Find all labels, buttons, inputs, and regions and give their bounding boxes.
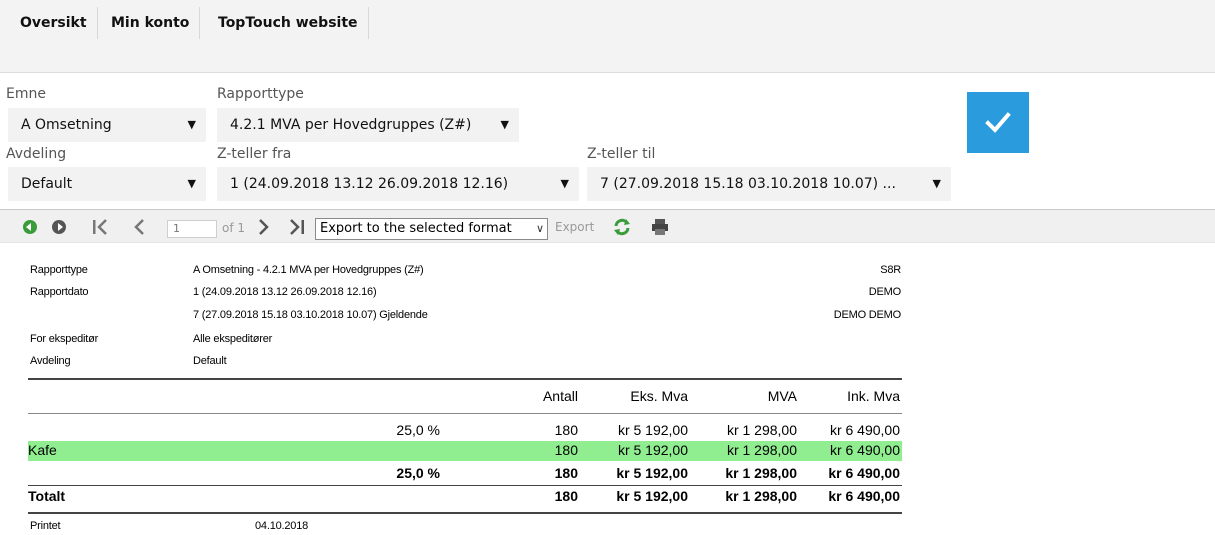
row-eks-mva: kr 5 192,00: [616, 488, 688, 504]
row-antall: 180: [554, 488, 578, 504]
zteller-til-label: Z-teller til: [587, 146, 656, 162]
total-top-rule: [28, 485, 902, 486]
row-label: Totalt: [28, 488, 66, 504]
submit-button[interactable]: [967, 92, 1029, 153]
table-row: 25,0 % 180 kr 5 192,00 kr 1 298,00 kr 6 …: [28, 421, 902, 441]
row-mva: kr 1 298,00: [725, 465, 797, 481]
tab-oversikt[interactable]: Oversikt: [10, 7, 98, 39]
meta-right-2: DEMO: [868, 286, 901, 298]
printet-value: 04.10.2018: [255, 520, 309, 532]
row-ink-mva: kr 6 490,00: [828, 488, 900, 504]
chevron-down-icon: ▼: [560, 177, 569, 190]
zteller-fra-label: Z-teller fra: [217, 146, 292, 162]
last-page-icon[interactable]: [288, 219, 306, 235]
report-viewer-toolbar: 1 of 1 Export to the selected format ∨ E…: [0, 209, 1215, 243]
meta-right-3: DEMO DEMO: [833, 309, 901, 321]
tab-toptouch-website[interactable]: TopTouch website: [208, 7, 369, 39]
chevron-down-icon: ▼: [187, 118, 196, 131]
export-format-select[interactable]: Export to the selected format ∨: [315, 218, 548, 240]
chevron-down-icon: ▼: [932, 177, 941, 190]
chevron-down-icon: ▼: [500, 118, 509, 131]
checkmark-icon: [985, 112, 1011, 133]
export-format-value: Export to the selected format: [320, 221, 512, 236]
table-row-total: Totalt 180 kr 5 192,00 kr 1 298,00 kr 6 …: [28, 487, 902, 507]
page-number-input[interactable]: 1: [167, 220, 217, 238]
row-ink-mva: kr 6 490,00: [829, 422, 900, 438]
row-antall: 180: [554, 442, 578, 458]
row-eks-mva: kr 5 192,00: [616, 465, 688, 481]
zteller-til-value: 7 (27.09.2018 15.18 03.10.2018 10.07) ..…: [600, 176, 896, 192]
row-ink-mva: kr 6 490,00: [829, 442, 900, 458]
row-mva: kr 1 298,00: [726, 442, 797, 458]
back-icon[interactable]: [23, 220, 37, 234]
chevron-down-icon: ∨: [535, 222, 544, 235]
next-page-icon[interactable]: [257, 219, 271, 235]
rapporttype-select[interactable]: 4.2.1 MVA per Hovedgruppes (Z#) ▼: [217, 108, 519, 142]
zteller-til-select[interactable]: 7 (27.09.2018 15.18 03.10.2018 10.07) ..…: [587, 167, 951, 201]
chevron-down-icon: ▼: [187, 177, 196, 190]
forward-icon[interactable]: [52, 220, 66, 234]
refresh-icon[interactable]: [613, 218, 631, 236]
table-bottom-rule: [28, 512, 902, 514]
emne-label: Emne: [6, 86, 46, 102]
row-eks-mva: kr 5 192,00: [617, 442, 688, 458]
row-percent: 25,0 %: [396, 465, 440, 481]
top-navigation: Oversikt Min konto TopTouch website: [0, 0, 1215, 73]
row-label: Kafe: [28, 442, 57, 458]
print-icon[interactable]: [651, 218, 669, 236]
avdeling-value: Default: [21, 176, 73, 192]
emne-value: A Omsetning: [21, 117, 112, 133]
row-eks-mva: kr 5 192,00: [617, 422, 688, 438]
tab-min-konto[interactable]: Min konto: [101, 7, 201, 39]
row-mva: kr 1 298,00: [726, 422, 797, 438]
col-ink-mva: Ink. Mva: [847, 388, 900, 404]
avdeling-select[interactable]: Default ▼: [8, 167, 206, 201]
meta-rapportdato-value-2: 7 (27.09.2018 15.18 03.10.2018 10.07) Gj…: [193, 309, 428, 321]
page-count-label: of 1: [222, 221, 246, 235]
zteller-fra-value: 1 (24.09.2018 13.12 26.09.2018 12.16): [230, 176, 509, 192]
table-row-highlighted: Kafe 180 kr 5 192,00 kr 1 298,00 kr 6 49…: [28, 441, 902, 461]
meta-ekspeditor-value: Alle ekspeditører: [193, 333, 273, 345]
col-antall: Antall: [542, 388, 578, 404]
emne-select[interactable]: A Omsetning ▼: [8, 108, 206, 142]
col-mva: MVA: [767, 388, 797, 404]
meta-rapporttype-value: A Omsetning - 4.2.1 MVA per Hovedgruppes…: [193, 264, 424, 276]
table-top-rule: [28, 378, 902, 380]
first-page-icon[interactable]: [92, 219, 110, 235]
row-antall: 180: [554, 422, 578, 438]
row-ink-mva: kr 6 490,00: [828, 465, 900, 481]
row-antall: 180: [554, 465, 578, 481]
meta-avdeling-key: Avdeling: [30, 355, 71, 367]
meta-rapporttype-key: Rapporttype: [30, 264, 88, 276]
printet-key: Printet: [30, 520, 61, 532]
row-percent: 25,0 %: [396, 422, 440, 438]
meta-rapportdato-key: Rapportdato: [30, 286, 89, 298]
table-header-rule: [28, 413, 902, 414]
meta-ekspeditor-key: For ekspeditør: [30, 333, 99, 345]
table-row-subtotal: 25,0 % 180 kr 5 192,00 kr 1 298,00 kr 6 …: [28, 464, 902, 484]
meta-avdeling-value: Default: [193, 355, 227, 367]
previous-page-icon[interactable]: [132, 219, 146, 235]
rapporttype-label: Rapporttype: [217, 86, 304, 102]
avdeling-label: Avdeling: [6, 146, 67, 162]
zteller-fra-select[interactable]: 1 (24.09.2018 13.12 26.09.2018 12.16) ▼: [217, 167, 579, 201]
meta-rapportdato-value-1: 1 (24.09.2018 13.12 26.09.2018 12.16): [193, 286, 377, 298]
table-header: Antall Eks. Mva MVA Ink. Mva: [28, 387, 902, 407]
row-mva: kr 1 298,00: [725, 488, 797, 504]
meta-right-1: S8R: [880, 264, 901, 276]
export-link[interactable]: Export: [555, 220, 594, 234]
col-eks-mva: Eks. Mva: [630, 388, 688, 404]
rapporttype-value: 4.2.1 MVA per Hovedgruppes (Z#): [230, 117, 472, 133]
